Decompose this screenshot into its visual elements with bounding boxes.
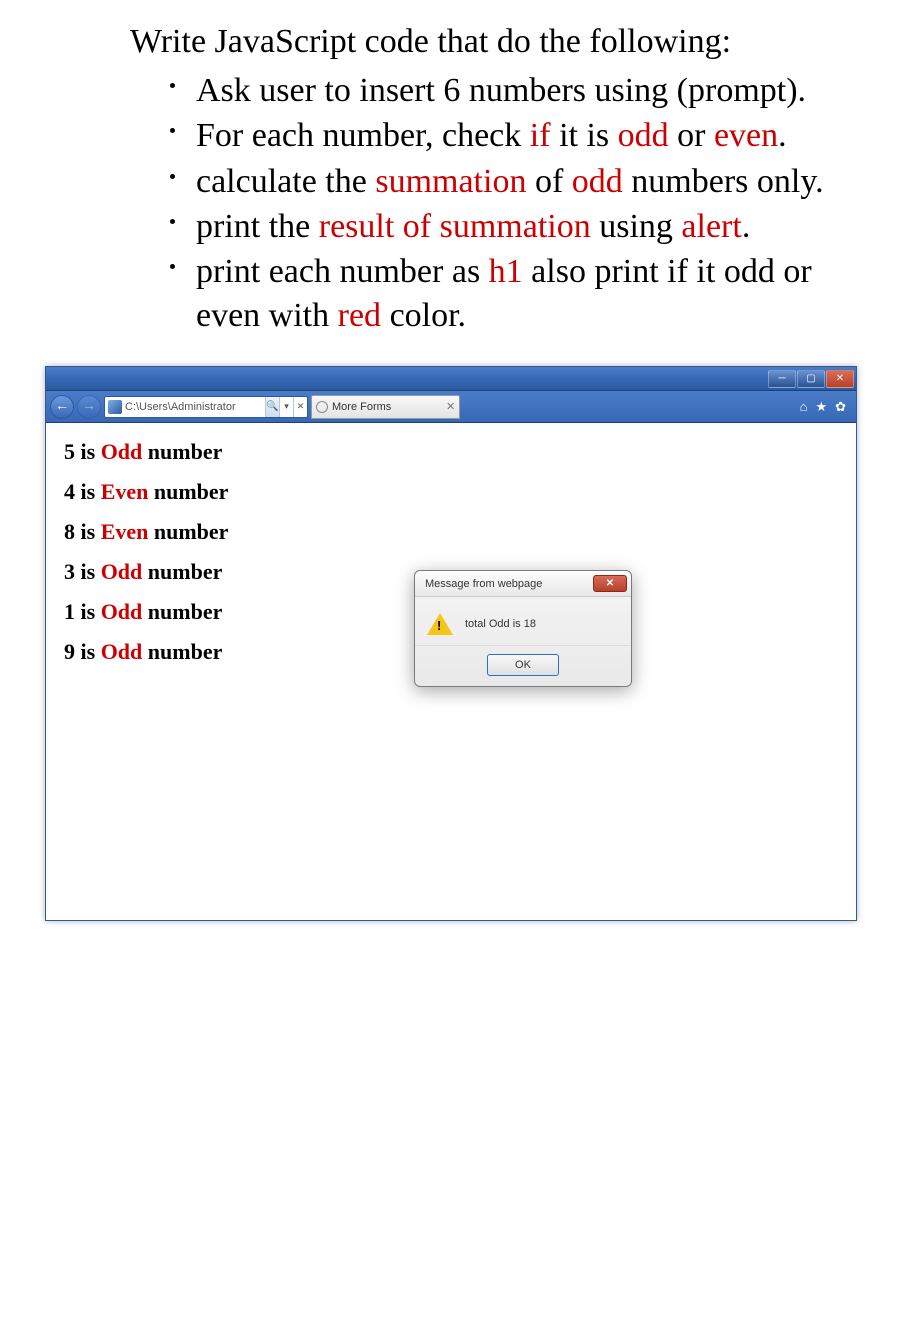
bullet-text: color. xyxy=(381,297,466,334)
bullet-dot-icon xyxy=(170,219,175,224)
maximize-button[interactable]: ▢ xyxy=(797,370,825,388)
number: 9 xyxy=(64,639,75,664)
word-number: number xyxy=(148,559,223,584)
dropdown-icon[interactable]: ▾ xyxy=(279,397,293,417)
bullet-dot-icon xyxy=(170,83,175,88)
browser-navbar: ← → C:\Users\Administrator 🔍 ▾ ✕ More Fo… xyxy=(46,391,856,423)
task-bullets: Ask user to insert 6 numbers using (prom… xyxy=(130,69,852,338)
address-text: C:\Users\Administrator xyxy=(125,401,265,413)
minimize-button[interactable]: ─ xyxy=(768,370,796,388)
browser-tab[interactable]: More Forms ✕ xyxy=(311,395,460,419)
word-is: is xyxy=(81,559,96,584)
bullet-dot-icon xyxy=(170,128,175,133)
bullet-text: For each number, check xyxy=(196,117,530,154)
word-number: number xyxy=(148,599,223,624)
settings-icon[interactable]: ✿ xyxy=(835,399,846,415)
odd-even-label: Even xyxy=(101,479,149,504)
word-is: is xyxy=(81,479,96,504)
highlight: result of summation xyxy=(319,208,591,245)
tab-title: More Forms xyxy=(332,401,442,413)
word-number: number xyxy=(154,479,229,504)
alert-footer: OK xyxy=(415,645,631,686)
word-number: number xyxy=(148,439,223,464)
bullet-text: using xyxy=(591,208,682,245)
word-is: is xyxy=(81,599,96,624)
output-line: 5 is Odd number xyxy=(64,439,838,465)
bullet-dot-icon xyxy=(170,174,175,179)
search-icon[interactable]: 🔍 xyxy=(265,397,279,417)
alert-dialog: Message from webpage ✕ total Odd is 18 O… xyxy=(414,570,632,687)
bullet-text: of xyxy=(526,163,571,200)
output-line: 4 is Even number xyxy=(64,479,838,505)
home-icon[interactable]: ⌂ xyxy=(800,399,808,415)
output-line: 8 is Even number xyxy=(64,519,838,545)
alert-close-button[interactable]: ✕ xyxy=(593,575,627,592)
page-content: 5 is Odd number 4 is Even number 8 is Ev… xyxy=(46,423,856,695)
bullet-text: numbers only. xyxy=(623,163,824,200)
number: 3 xyxy=(64,559,75,584)
bullet-item: calculate the summation of odd numbers o… xyxy=(170,160,852,204)
odd-even-label: Odd xyxy=(101,559,143,584)
toolbar-right: ⌂ ★ ✿ xyxy=(800,399,852,415)
bullet-item: Ask user to insert 6 numbers using (prom… xyxy=(170,69,852,113)
alert-message: total Odd is 18 xyxy=(465,618,536,630)
bullet-text: it is xyxy=(551,117,618,154)
odd-even-label: Odd xyxy=(101,599,143,624)
highlight: even xyxy=(714,117,778,154)
warning-icon xyxy=(427,613,453,635)
alert-title: Message from webpage xyxy=(425,578,542,590)
highlight: alert xyxy=(681,208,741,245)
number: 1 xyxy=(64,599,75,624)
bullet-item: print each number as h1 also print if it… xyxy=(170,250,852,338)
tab-close-icon[interactable]: ✕ xyxy=(446,400,455,413)
odd-even-label: Odd xyxy=(101,639,143,664)
page-icon xyxy=(108,400,122,414)
back-button[interactable]: ← xyxy=(50,395,74,419)
bullet-dot-icon xyxy=(170,264,175,269)
ok-button[interactable]: OK xyxy=(487,654,559,676)
window-titlebar: ─ ▢ ✕ xyxy=(46,367,856,391)
close-button[interactable]: ✕ xyxy=(826,370,854,388)
alert-titlebar: Message from webpage ✕ xyxy=(415,571,631,597)
bullet-text: calculate the xyxy=(196,163,375,200)
task-heading: Write JavaScript code that do the follow… xyxy=(130,20,852,64)
bullet-text: Ask user to insert 6 numbers using (prom… xyxy=(196,72,806,109)
highlight: h1 xyxy=(489,253,523,290)
bullet-text: . xyxy=(742,208,751,245)
highlight: summation xyxy=(375,163,526,200)
bullet-text: print the xyxy=(196,208,319,245)
favorite-icon[interactable]: ★ xyxy=(815,399,827,415)
odd-even-label: Even xyxy=(101,519,149,544)
number: 5 xyxy=(64,439,75,464)
alert-body: total Odd is 18 xyxy=(415,597,631,645)
highlight: odd xyxy=(572,163,623,200)
tab-favicon-icon xyxy=(316,401,328,413)
close-tab-icon[interactable]: ✕ xyxy=(293,397,307,417)
word-is: is xyxy=(81,439,96,464)
highlight: red xyxy=(338,297,381,334)
odd-even-label: Odd xyxy=(101,439,143,464)
bullet-text: print each number as xyxy=(196,253,489,290)
forward-button[interactable]: → xyxy=(77,395,101,419)
bullet-item: For each number, check if it is odd or e… xyxy=(170,114,852,158)
word-is: is xyxy=(81,519,96,544)
bullet-item: print the result of summation using aler… xyxy=(170,205,852,249)
word-number: number xyxy=(148,639,223,664)
word-number: number xyxy=(154,519,229,544)
highlight: odd xyxy=(618,117,669,154)
word-is: is xyxy=(81,639,96,664)
number: 8 xyxy=(64,519,75,544)
number: 4 xyxy=(64,479,75,504)
browser-window: ─ ▢ ✕ ← → C:\Users\Administrator 🔍 ▾ ✕ M… xyxy=(45,366,857,921)
address-bar[interactable]: C:\Users\Administrator 🔍 ▾ ✕ xyxy=(104,396,308,418)
bullet-text: . xyxy=(778,117,787,154)
highlight: if xyxy=(530,117,551,154)
bullet-text: or xyxy=(669,117,714,154)
